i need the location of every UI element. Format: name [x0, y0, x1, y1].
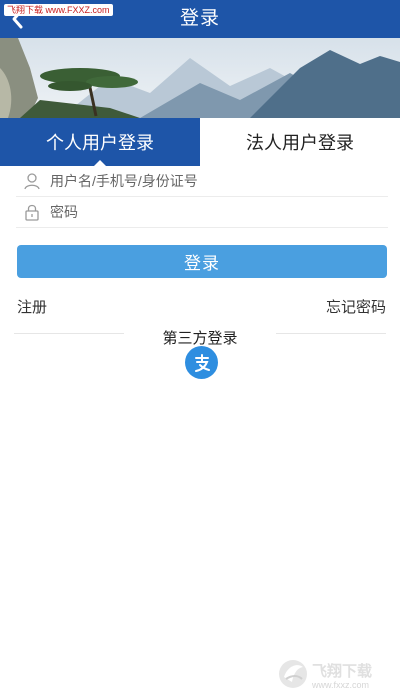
user-icon	[24, 173, 40, 190]
tab-personal-login[interactable]: 个人用户登录	[0, 118, 200, 166]
alipay-icon	[194, 353, 210, 372]
tab-label: 个人用户登录	[46, 133, 154, 153]
brand-name: 飞翔下载	[312, 662, 372, 680]
brand-url: www.fxxz.com	[311, 680, 369, 690]
tab-corporate-login[interactable]: 法人用户登录	[200, 118, 400, 166]
password-input[interactable]	[50, 198, 350, 226]
login-button[interactable]: 登录	[17, 245, 387, 278]
password-field	[16, 197, 388, 228]
watermark-text: 飞翔下载 www.FXXZ.com	[4, 4, 113, 16]
tab-label: 法人用户登录	[246, 133, 354, 153]
forgot-password-link[interactable]: 忘记密码	[326, 296, 386, 317]
third-party-login-label: 第三方登录	[162, 330, 238, 347]
lock-icon	[25, 204, 39, 221]
brand-logo: 飞翔下载 www.fxxz.com	[279, 660, 372, 690]
corner-watermark: 飞翔下载 www.fxxz.com	[276, 655, 394, 693]
username-input[interactable]	[50, 167, 350, 195]
banner-image	[0, 38, 400, 118]
login-tabs: 个人用户登录 法人用户登录	[0, 118, 400, 166]
register-link[interactable]: 注册	[17, 296, 47, 317]
alipay-login-button[interactable]	[185, 346, 218, 379]
username-field	[16, 166, 388, 197]
